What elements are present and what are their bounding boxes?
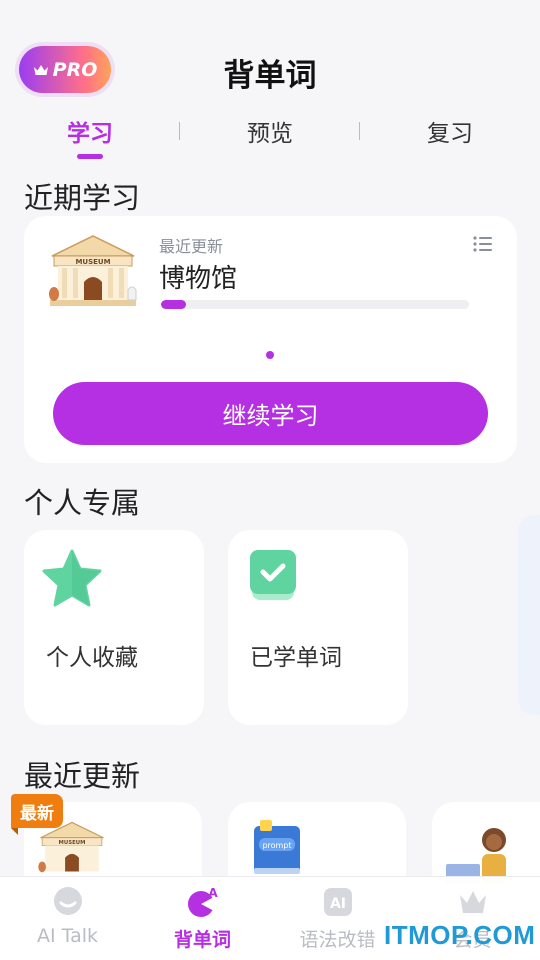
pager-dot [266,351,274,359]
tabbar-item-ai-talk[interactable]: AI Talk [0,885,135,947]
museum-sign: MUSEUM [75,258,110,266]
vocab-icon: A [187,886,218,917]
recent-subtitle: 最近更新 [159,237,224,256]
tab-review[interactable]: 复习 [390,114,510,148]
study-progress-fill [161,300,186,309]
watermark: ITMOP.COM [384,920,536,950]
tabbar-label: 背单词 [173,929,231,951]
svg-text:AI: AI [329,896,345,912]
museum-illustration: MUSEUM [46,234,140,310]
tab-divider [359,122,360,140]
recent-wordbook-name: 博物馆 [159,264,238,294]
learned-words-tile[interactable]: 已学单词 [228,530,408,725]
study-progress-bar [161,300,469,309]
tab-bar: 学习 预览 复习 [0,114,540,164]
museum-illustration: MUSEUM [38,821,104,873]
tab-preview[interactable]: 预览 [210,114,330,148]
check-icon [250,550,296,600]
tab-study[interactable]: 学习 [30,114,150,148]
favorites-tile[interactable]: 个人收藏 [24,530,204,725]
tab-divider [179,122,180,140]
new-tag: 最新 [11,794,63,835]
list-icon[interactable] [473,236,493,252]
tabbar-label: AI Talk [36,925,99,947]
tabbar-item-vocab[interactable]: A 背单词 [135,885,270,952]
star-icon [42,549,102,607]
svg-text:A: A [208,886,218,900]
tab-underline [77,154,103,159]
learned-words-label: 已学单词 [250,645,342,671]
chat-bubble-icon [53,887,82,915]
section-title-personal: 个人专属 [24,486,141,520]
continue-study-button[interactable]: 继续学习 [53,382,488,445]
museum-sign: MUSEUM [59,840,86,846]
favorites-label: 个人收藏 [46,645,138,671]
book-icon: prompt [254,820,300,874]
section-title-recent: 近期学习 [24,181,141,215]
recent-study-card[interactable]: MUSEUM 最近更新 博物馆 继续学习 [24,216,517,463]
section-title-latest: 最近更新 [24,759,141,793]
page-title: 背单词 [223,58,317,94]
person-illustration [446,828,506,884]
next-tile-peek [518,515,540,715]
book-label: prompt [262,841,291,850]
ai-icon: AI [323,888,352,916]
crown-icon [459,891,486,913]
